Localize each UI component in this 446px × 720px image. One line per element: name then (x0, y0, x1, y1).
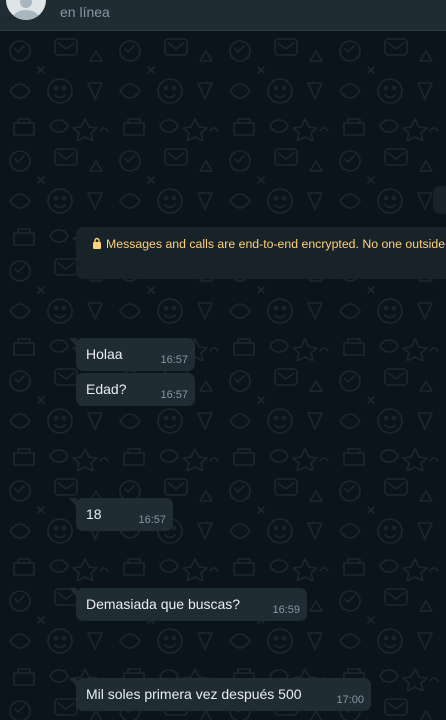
contact-status: en línea (60, 4, 110, 20)
message-time: 17:00 (336, 694, 364, 706)
date-chip (433, 186, 446, 214)
bubble-tail (69, 498, 77, 507)
message-bubble[interactable]: Edad? 16:57 (76, 373, 195, 406)
message-time: 16:57 (160, 389, 188, 401)
avatar-head-shape (20, 0, 32, 8)
bubble-tail (69, 588, 77, 597)
message-time: 16:57 (138, 514, 166, 526)
bubble-tail (69, 338, 77, 347)
encryption-notice[interactable]: Messages and calls are end-to-end encryp… (76, 227, 446, 279)
message-bubble[interactable]: Demasiada que buscas? 16:59 (69, 588, 307, 621)
message-time: 16:59 (272, 604, 300, 616)
message-bubble[interactable]: 18 16:57 (69, 498, 173, 531)
message-text: Edad? (86, 381, 127, 397)
contact-avatar[interactable] (6, 0, 46, 20)
message-bubble[interactable]: Mil soles primera vez después 500 17:00 (69, 678, 371, 711)
message-text: Holaa (86, 346, 123, 362)
chat-area[interactable]: Messages and calls are end-to-end encryp… (0, 31, 446, 720)
lock-icon (93, 237, 101, 249)
message-bubble[interactable]: Holaa 16:57 (69, 338, 195, 371)
encryption-notice-text: Messages and calls are end-to-end encryp… (106, 237, 446, 251)
message-text: Demasiada que buscas? (86, 596, 241, 612)
bubble-tail (69, 678, 77, 687)
chat-header: en línea (0, 0, 446, 31)
message-text: 18 (86, 506, 102, 522)
message-text: Mil soles primera vez después 500 (86, 686, 302, 702)
message-time: 16:57 (160, 354, 188, 366)
avatar-body-shape (12, 10, 40, 20)
